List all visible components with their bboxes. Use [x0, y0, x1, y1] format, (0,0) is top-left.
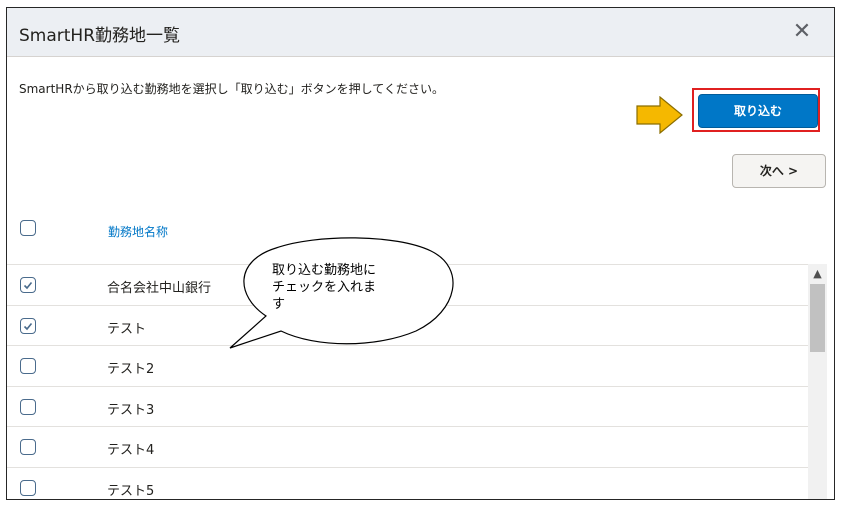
check-icon: [23, 322, 33, 330]
import-button[interactable]: 取り込む: [698, 94, 818, 128]
right-arrow-icon: [636, 96, 683, 134]
workplace-name: テスト2: [107, 362, 155, 377]
scroll-thumb[interactable]: [810, 284, 825, 352]
row-checkbox[interactable]: [20, 277, 36, 293]
row-checkbox[interactable]: [20, 479, 36, 496]
row-checkbox[interactable]: [20, 317, 36, 334]
workplace-name: テスト3: [107, 402, 155, 418]
column-header-workplace-name: 勤務地名称: [108, 225, 169, 239]
next-button[interactable]: 次へ >: [732, 154, 826, 188]
dialog-title: SmartHR勤務地一覧: [19, 26, 181, 46]
workplace-name: テスト5: [107, 483, 155, 499]
dialog-header: SmartHR勤務地一覧 ✕: [7, 8, 834, 57]
callout-text: 取り込む勤務地に チェックを入れま す: [272, 263, 377, 312]
workplace-name: テスト: [107, 321, 147, 337]
scrollbar[interactable]: ▲: [808, 264, 827, 499]
instruction-text: SmartHRから取り込む勤務地を選択し「取り込む」ボタンを押してください。: [19, 82, 444, 96]
chevron-up-icon[interactable]: ▲: [808, 266, 827, 282]
select-all-checkbox[interactable]: [20, 220, 36, 236]
row-checkbox[interactable]: [20, 398, 36, 415]
row-checkbox[interactable]: [20, 358, 36, 374]
list-item[interactable]: テスト5: [7, 466, 808, 500]
workplace-name: 合名会社中山銀行: [107, 281, 212, 296]
workplace-name: テスト4: [107, 443, 155, 458]
list-item[interactable]: テスト3: [7, 385, 808, 426]
row-checkbox[interactable]: [20, 439, 36, 455]
check-icon: [23, 281, 33, 290]
list-item[interactable]: テスト4: [7, 426, 808, 466]
close-icon[interactable]: ✕: [790, 20, 814, 44]
